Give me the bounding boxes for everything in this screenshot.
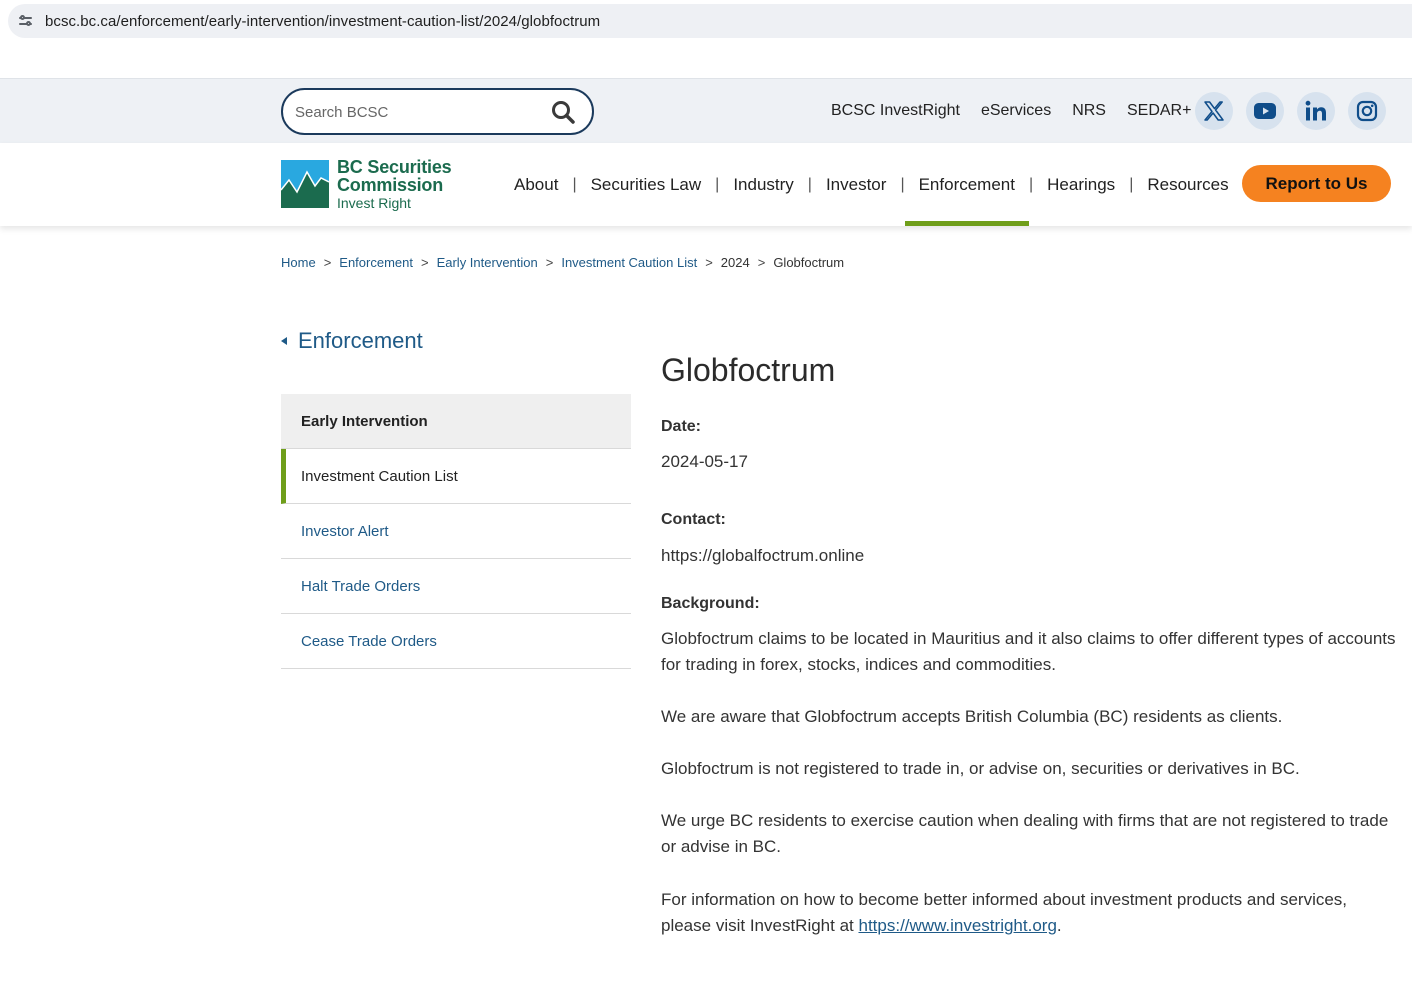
url-text[interactable]: bcsc.bc.ca/enforcement/early-interventio…	[45, 13, 600, 30]
eservices-link[interactable]: eServices	[981, 102, 1051, 120]
utility-bar: BCSC InvestRight eServices NRS SEDAR+	[0, 78, 1412, 143]
breadcrumb-separator: >	[420, 255, 429, 270]
caret-left-icon	[281, 337, 287, 345]
x-icon[interactable]	[1195, 92, 1233, 130]
nav-investor[interactable]: Investor	[812, 143, 900, 226]
address-bar[interactable]: bcsc.bc.ca/enforcement/early-interventio…	[8, 4, 1412, 38]
date-value: 2024-05-17	[661, 452, 748, 471]
nav-hearings[interactable]: Hearings	[1033, 143, 1129, 226]
report-to-us-button[interactable]: Report to Us	[1242, 165, 1391, 202]
search-box[interactable]	[281, 88, 594, 135]
contact-label: Contact:	[661, 511, 726, 528]
background-label: Background:	[661, 595, 760, 612]
investright-link[interactable]: BCSC InvestRight	[831, 102, 960, 120]
breadcrumb-enforcement[interactable]: Enforcement	[339, 255, 413, 270]
brand-line-1: BC Securities	[337, 157, 452, 177]
background-paragraph-5: For information on how to become better …	[661, 887, 1396, 939]
brand-tagline: Invest Right	[337, 195, 411, 211]
breadcrumb-separator: >	[757, 255, 766, 270]
sidebar-item-cease-trade-orders[interactable]: Cease Trade Orders	[281, 614, 631, 669]
background-paragraph-2: We are aware that Globfoctrum accepts Br…	[661, 707, 1283, 726]
sidebar-item-investor-alert[interactable]: Investor Alert	[281, 504, 631, 559]
sidebar-item-investment-caution-list[interactable]: Investment Caution List	[281, 449, 631, 504]
breadcrumb-separator: >	[545, 255, 554, 270]
sidebar-menu: Early Intervention Investment Caution Li…	[281, 394, 631, 669]
nrs-link[interactable]: NRS	[1072, 102, 1106, 120]
nav-about[interactable]: About	[500, 143, 572, 226]
breadcrumb-year: 2024	[720, 255, 750, 270]
bcsc-logo-icon[interactable]	[281, 160, 329, 208]
breadcrumb-investment-caution-list[interactable]: Investment Caution List	[561, 255, 697, 270]
primary-menu: About | Securities Law | Industry | Inve…	[500, 143, 1243, 226]
nav-securities-law[interactable]: Securities Law	[577, 143, 716, 226]
brand-name[interactable]: BC Securities Commission	[337, 157, 452, 195]
search-icon[interactable]	[551, 100, 575, 124]
breadcrumb-early-intervention[interactable]: Early Intervention	[437, 255, 538, 270]
linkedin-icon[interactable]	[1297, 92, 1335, 130]
site-settings-icon[interactable]	[18, 13, 34, 29]
youtube-icon[interactable]	[1246, 92, 1284, 130]
breadcrumb-separator: >	[705, 255, 713, 270]
date-label: Date:	[661, 418, 702, 435]
brand-line-2: Commission	[337, 175, 444, 195]
period-text: .	[1056, 916, 1062, 935]
search-input[interactable]	[295, 102, 535, 122]
main-navigation: BC Securities Commission Invest Right Ab…	[0, 143, 1412, 226]
sidebar-back-link[interactable]: Enforcement	[281, 328, 423, 354]
background-paragraph-4: We urge BC residents to exercise caution…	[661, 811, 1389, 856]
background-paragraph-3: Globfoctrum is not registered to trade i…	[661, 759, 1300, 778]
sidebar-back-label: Enforcement	[298, 328, 423, 353]
instagram-icon[interactable]	[1348, 92, 1386, 130]
background-paragraph-1: Globfoctrum claims to be located in Maur…	[661, 629, 1396, 674]
nav-enforcement[interactable]: Enforcement	[904, 143, 1030, 226]
nav-industry[interactable]: Industry	[719, 143, 807, 226]
breadcrumb-current: Globfoctrum	[773, 255, 845, 270]
breadcrumb: Home > Enforcement > Early Intervention …	[281, 255, 844, 270]
sidebar-item-early-intervention[interactable]: Early Intervention	[281, 394, 631, 449]
page-title: Globfoctrum	[661, 352, 836, 388]
investright-url-link[interactable]: https://www.investright.org	[858, 916, 1056, 935]
sedar-link[interactable]: SEDAR+	[1127, 102, 1191, 120]
breadcrumb-separator: >	[323, 255, 332, 270]
breadcrumb-home[interactable]: Home	[281, 255, 316, 270]
utility-links: BCSC InvestRight eServices NRS SEDAR+	[831, 79, 1212, 143]
nav-resources[interactable]: Resources	[1133, 143, 1242, 226]
contact-value: https://globalfoctrum.online	[661, 546, 865, 565]
sidebar-item-halt-trade-orders[interactable]: Halt Trade Orders	[281, 559, 631, 614]
